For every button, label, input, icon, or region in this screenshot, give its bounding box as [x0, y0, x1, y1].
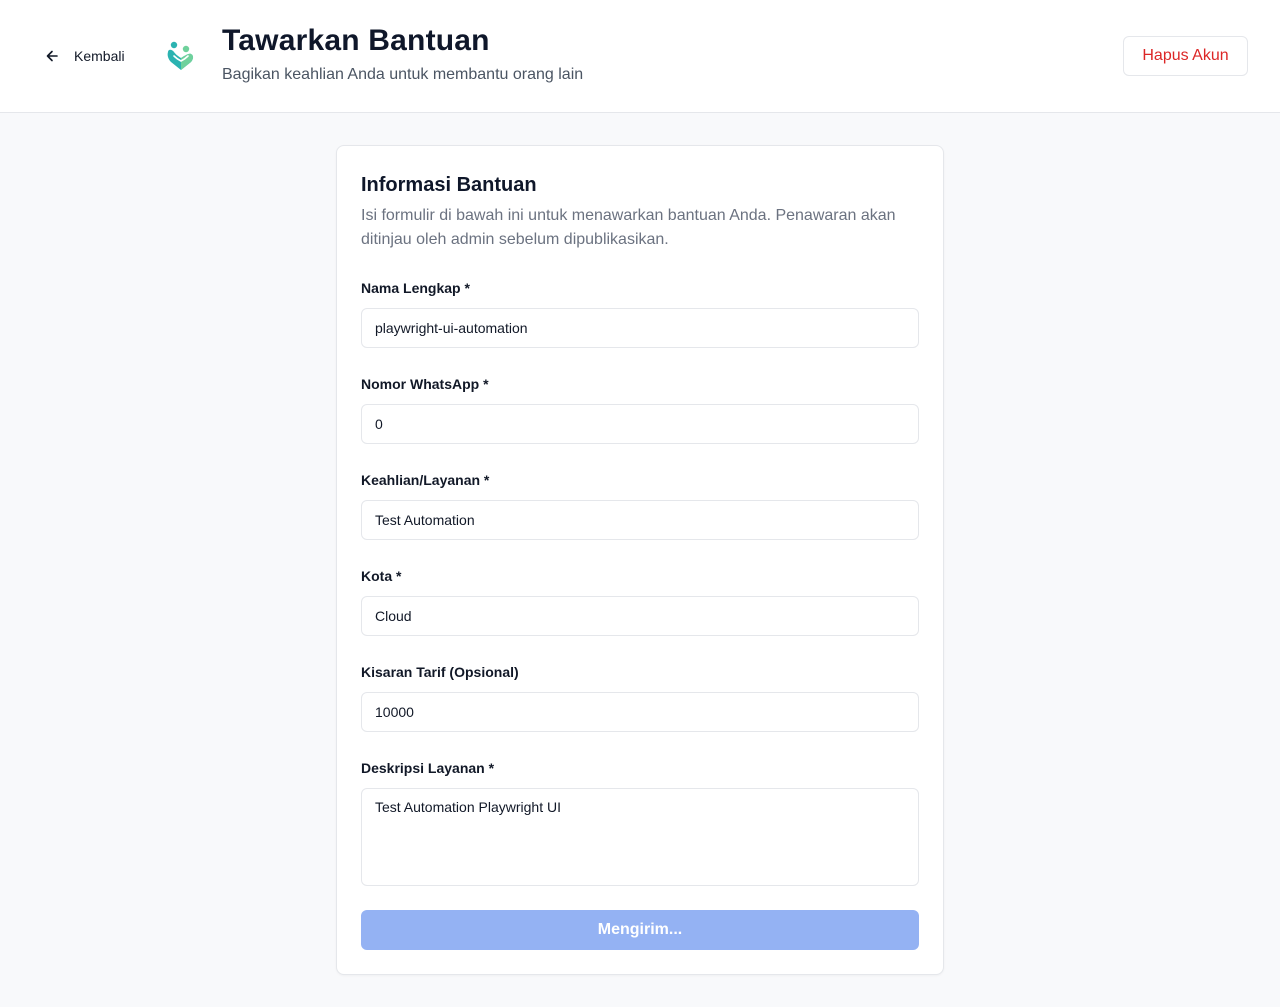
- page-title: Tawarkan Bantuan: [222, 24, 490, 57]
- city-label: Kota *: [361, 568, 402, 584]
- full-name-label: Nama Lengkap *: [361, 280, 470, 296]
- page-subtitle: Bagikan keahlian Anda untuk membantu ora…: [222, 66, 584, 83]
- description-textarea[interactable]: Test Automation Playwright UI: [361, 788, 919, 886]
- whatsapp-input[interactable]: [361, 404, 919, 444]
- rate-input[interactable]: [361, 692, 919, 732]
- page-header: Kembali Tawarkan Bantuan Bagikan keahlia…: [0, 0, 1280, 113]
- description-label: Deskripsi Layanan *: [361, 760, 495, 776]
- skill-label: Keahlian/Layanan *: [361, 472, 490, 488]
- city-input[interactable]: [361, 596, 919, 636]
- whatsapp-label: Nomor WhatsApp *: [361, 376, 489, 392]
- form-description: Isi formulir di bawah ini untuk menawark…: [361, 207, 896, 248]
- arrow-left-icon: [44, 48, 60, 64]
- back-link[interactable]: Kembali: [36, 40, 133, 72]
- form-card: Informasi Bantuan Isi formulir di bawah …: [336, 145, 944, 975]
- back-link-label: Kembali: [74, 48, 125, 64]
- heart-people-logo-icon: [163, 38, 199, 74]
- submit-button[interactable]: Mengirim...: [361, 910, 919, 950]
- delete-account-button[interactable]: Hapus Akun: [1123, 36, 1248, 76]
- rate-label: Kisaran Tarif (Opsional): [361, 664, 519, 680]
- skill-input[interactable]: [361, 500, 919, 540]
- full-name-input[interactable]: [361, 308, 919, 348]
- form-title: Informasi Bantuan: [361, 174, 537, 196]
